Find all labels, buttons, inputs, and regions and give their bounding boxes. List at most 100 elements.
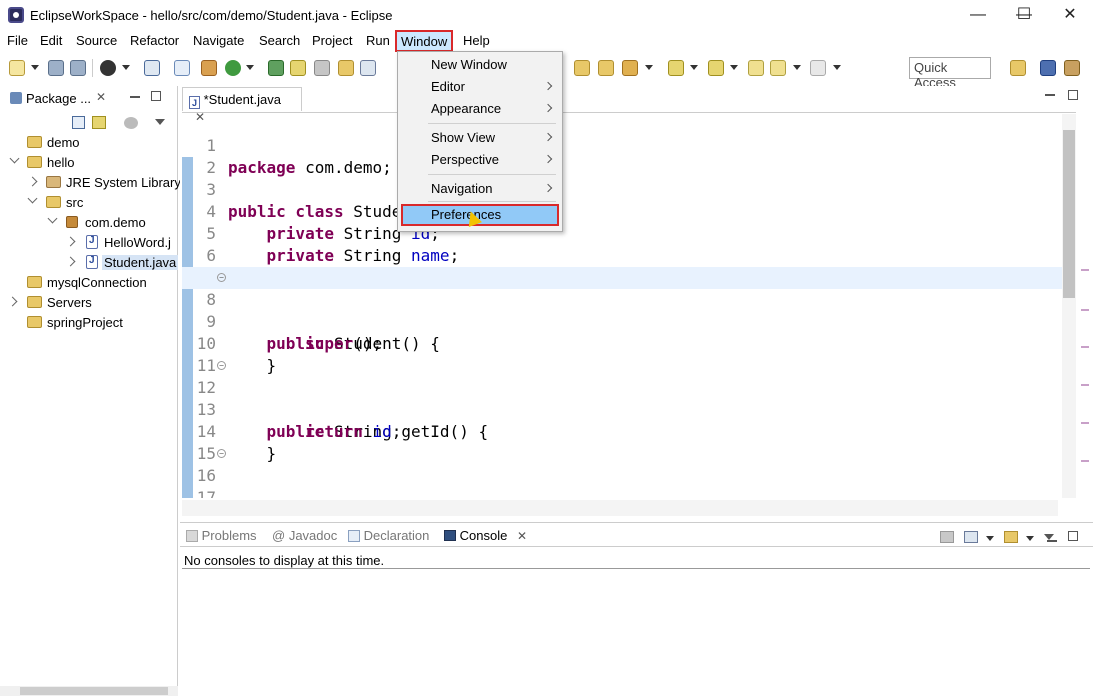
open-perspective-icon[interactable] xyxy=(1010,60,1026,76)
new-package-icon[interactable] xyxy=(338,60,354,76)
maximize-view-icon[interactable] xyxy=(1068,90,1078,100)
open-console-icon[interactable] xyxy=(1004,531,1018,543)
tree-item-servers[interactable]: Servers xyxy=(0,293,176,313)
quick-access-input[interactable]: Quick Access xyxy=(909,57,991,90)
chevron-down-icon[interactable] xyxy=(122,65,130,70)
minimize-view-icon[interactable] xyxy=(1047,540,1057,542)
tree-item-com-demo[interactable]: com.demo xyxy=(0,213,176,233)
tab-console[interactable]: Console ✕ xyxy=(444,528,527,543)
chevron-right-icon[interactable] xyxy=(7,296,18,307)
menu-window[interactable]: Window xyxy=(395,30,454,52)
close-icon[interactable]: ✕ xyxy=(517,529,527,543)
code-editor[interactable]: 1 package com.demo; 2 3 public class Stu… xyxy=(182,112,1076,498)
open-type-icon[interactable] xyxy=(574,60,590,76)
menu-file[interactable]: File xyxy=(7,33,28,48)
tree-item-hello[interactable]: hello xyxy=(0,153,176,173)
coverage-icon[interactable] xyxy=(268,60,284,76)
last-edit-icon[interactable] xyxy=(748,60,764,76)
external-tools-icon[interactable] xyxy=(290,60,306,76)
run-icon[interactable] xyxy=(225,60,241,76)
maximize-view-icon[interactable] xyxy=(1068,531,1078,541)
menu-project[interactable]: Project xyxy=(312,33,352,48)
menu-refactor[interactable]: Refactor xyxy=(130,33,179,48)
close-button[interactable]: ✕ xyxy=(1047,0,1093,30)
open-folder-icon[interactable] xyxy=(598,60,614,76)
chevron-down-icon[interactable] xyxy=(9,153,20,164)
chevron-down-icon[interactable] xyxy=(31,65,39,70)
tab-student-java[interactable]: J *Student.java ✕ xyxy=(182,87,302,124)
chevron-down-icon[interactable] xyxy=(645,65,653,70)
save-icon[interactable] xyxy=(48,60,64,76)
menu-source[interactable]: Source xyxy=(76,33,117,48)
view-menu-icon[interactable] xyxy=(155,119,165,125)
tree-item-mysqlconnection[interactable]: mysqlConnection xyxy=(0,273,176,293)
back-icon[interactable] xyxy=(770,60,786,76)
fold-icon[interactable]: − xyxy=(217,361,226,370)
chevron-down-icon[interactable] xyxy=(47,213,58,224)
maximize-button[interactable]: ☐ xyxy=(1001,0,1047,30)
chevron-down-icon[interactable] xyxy=(246,65,254,70)
menu-item-perspective[interactable]: Perspective xyxy=(401,149,559,171)
tree-item-demo[interactable]: demo xyxy=(0,133,176,153)
menu-run[interactable]: Run xyxy=(366,33,390,48)
scrollbar-thumb[interactable] xyxy=(20,687,168,695)
tree-item-src[interactable]: src xyxy=(0,193,176,213)
menu-search[interactable]: Search xyxy=(259,33,300,48)
previous-annotation-icon[interactable] xyxy=(708,60,724,76)
skip-breakpoints-icon[interactable] xyxy=(174,60,190,76)
minimize-view-icon[interactable] xyxy=(130,96,140,98)
pin-console-icon[interactable] xyxy=(940,531,954,543)
tree-item-springproject[interactable]: springProject xyxy=(0,313,176,333)
menu-item-appearance[interactable]: Appearance xyxy=(401,98,559,120)
search-tool-icon[interactable] xyxy=(622,60,638,76)
chevron-down-icon[interactable] xyxy=(986,536,994,541)
menu-item-navigation[interactable]: Navigation xyxy=(401,178,559,200)
fold-icon[interactable]: − xyxy=(217,273,226,282)
menu-item-show-view[interactable]: Show View xyxy=(401,127,559,149)
terminal-icon[interactable] xyxy=(144,60,160,76)
tree-item-helloword[interactable]: HelloWord.j xyxy=(0,233,176,253)
minimize-button[interactable]: — xyxy=(955,0,1001,30)
next-annotation-icon[interactable] xyxy=(668,60,684,76)
java-perspective-icon[interactable] xyxy=(1040,60,1056,76)
debug-perspective-icon[interactable] xyxy=(1064,60,1080,76)
maximize-view-icon[interactable] xyxy=(151,91,161,101)
tree-item-jre-library[interactable]: JRE System Library xyxy=(0,173,181,193)
new-icon[interactable] xyxy=(9,60,25,76)
chevron-down-icon[interactable] xyxy=(793,65,801,70)
chevron-right-icon[interactable] xyxy=(27,176,38,187)
tab-problems[interactable]: Problems xyxy=(186,528,257,543)
chevron-right-icon[interactable] xyxy=(65,256,76,267)
tab-package-explorer[interactable]: Package ... xyxy=(26,91,91,106)
filter-icon[interactable] xyxy=(124,117,138,129)
tree-item-student-java[interactable]: Student.java xyxy=(0,253,179,273)
tab-declaration[interactable]: Declaration xyxy=(348,528,429,543)
fold-icon[interactable]: − xyxy=(217,449,226,458)
display-console-icon[interactable] xyxy=(964,531,978,543)
menu-help[interactable]: Help xyxy=(463,33,490,48)
chevron-down-icon[interactable] xyxy=(1026,536,1034,541)
profile-icon[interactable] xyxy=(100,60,116,76)
collapse-all-icon[interactable] xyxy=(72,116,85,129)
overview-ruler[interactable] xyxy=(1078,114,1092,498)
save-all-icon[interactable] xyxy=(70,60,86,76)
brush-icon[interactable] xyxy=(314,60,330,76)
close-icon[interactable]: ✕ xyxy=(96,90,106,104)
menu-item-editor[interactable]: Editor xyxy=(401,76,559,98)
menu-navigate[interactable]: Navigate xyxy=(193,33,244,48)
tab-javadoc[interactable]: @ Javadoc xyxy=(272,528,337,543)
chevron-down-icon[interactable] xyxy=(27,193,38,204)
chevron-right-icon[interactable] xyxy=(65,236,76,247)
chevron-down-icon[interactable] xyxy=(690,65,698,70)
debug-icon[interactable] xyxy=(201,60,217,76)
scrollbar-thumb[interactable] xyxy=(1063,130,1075,298)
link-with-editor-icon[interactable] xyxy=(92,116,106,129)
chevron-down-icon[interactable] xyxy=(730,65,738,70)
horizontal-scrollbar[interactable] xyxy=(182,500,1058,516)
forward-icon[interactable] xyxy=(810,60,826,76)
menu-edit[interactable]: Edit xyxy=(40,33,62,48)
minimize-view-icon[interactable] xyxy=(1045,94,1055,96)
menu-item-new-window[interactable]: New Window xyxy=(401,54,559,76)
chevron-down-icon[interactable] xyxy=(833,65,841,70)
new-class-icon[interactable] xyxy=(360,60,376,76)
